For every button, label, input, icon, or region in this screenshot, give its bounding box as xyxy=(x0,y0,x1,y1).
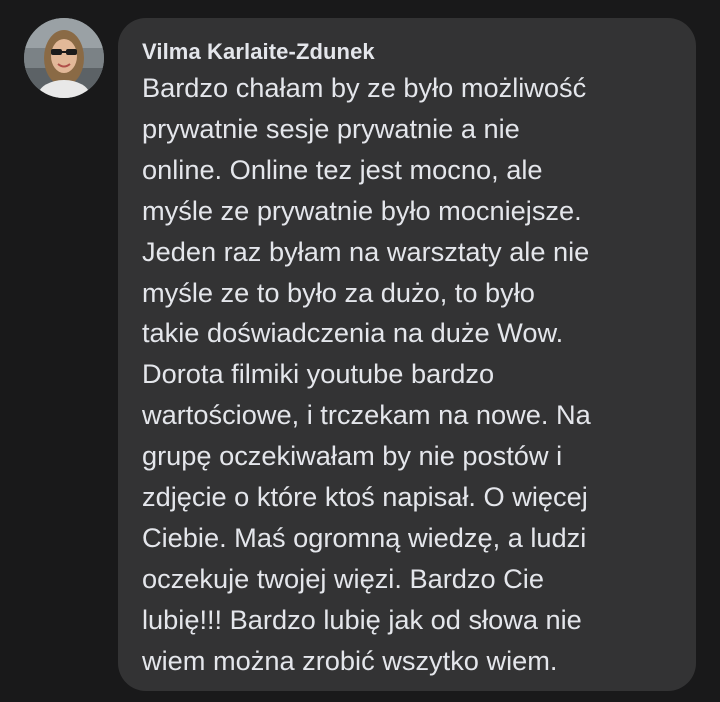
comment-text: Bardzo chałam by ze było możliwość prywa… xyxy=(142,68,676,682)
user-profile-photo-icon xyxy=(24,18,104,98)
comment-text-line: wartościowe, i trczekam na nowe. Na xyxy=(142,399,591,431)
avatar[interactable] xyxy=(24,18,104,98)
comment-author[interactable]: Vilma Karlaite-Zdunek xyxy=(142,36,676,68)
comment-text-line: Jeden raz byłam na warsztaty ale nie xyxy=(142,235,590,267)
comment-text-line: online. Online tez jest mocno, ale xyxy=(142,153,543,185)
comment-text-line: wiem można zrobić wszytko wiem. xyxy=(142,644,558,676)
comment-text-line: prywatnie sesje prywatnie a nie xyxy=(142,112,520,144)
comment-text-line: zdjęcie o które ktoś napisał. O więcej xyxy=(142,481,588,513)
comment-text-line: myśle ze to było za dużo, to było xyxy=(142,276,535,308)
comment-text-line: grupę oczekiwałam by nie postów i xyxy=(142,440,563,472)
comment-text-line: takie doświadczenia na duże Wow. xyxy=(142,317,564,349)
comment-text-line: oczekuje twojej więzi. Bardzo Cie xyxy=(142,562,544,594)
comment-text-line: lubię!!! Bardzo lubię jak od słowa nie xyxy=(142,603,582,635)
comment-text-line: Ciebie. Maś ogromną wiedzę, a ludzi xyxy=(142,521,587,553)
comment-text-line: Bardzo chałam by ze było możliwość xyxy=(142,72,587,103)
comment-thread: Vilma Karlaite-Zdunek Bardzo chałam by z… xyxy=(0,0,720,702)
comment-text-line: Dorota filmiki youtube bardzo xyxy=(142,358,495,390)
comment-text-line: myśle ze prywatnie było mocniejsze. xyxy=(142,194,582,226)
comment-bubble: Vilma Karlaite-Zdunek Bardzo chałam by z… xyxy=(118,18,696,691)
